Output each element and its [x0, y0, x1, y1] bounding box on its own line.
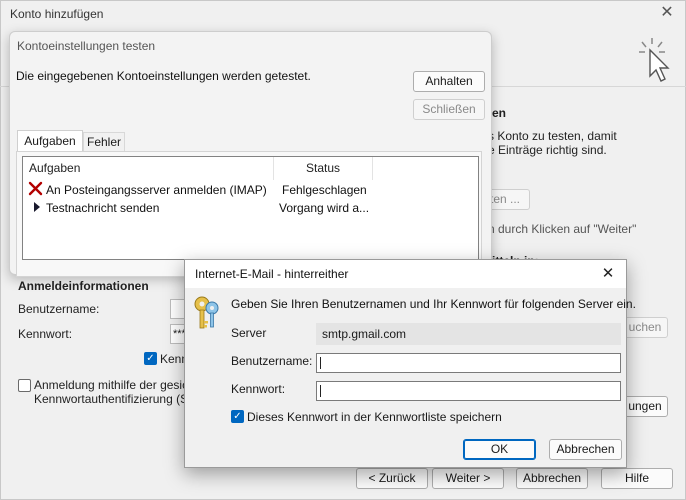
save-password-checkbox[interactable]: ✓ — [231, 410, 244, 423]
task-status: Fehlgeschlagen — [282, 183, 367, 197]
credentials-cancel-button[interactable]: Abbrechen — [549, 439, 622, 460]
username-label: Benutzername: — [231, 354, 313, 368]
bg-browse-button[interactable]: uchen — [622, 317, 668, 338]
task-status: Vorgang wird a... — [279, 201, 370, 215]
credentials-close-button[interactable]: ✕ — [598, 264, 618, 284]
bg-remember-password-checkbox[interactable]: ✓ — [144, 352, 157, 365]
table-row[interactable]: An Posteingangsserver anmelden (IMAP) Fe… — [23, 180, 478, 198]
ok-button[interactable]: OK — [463, 439, 536, 460]
login-info-heading: Anmeldeinformationen — [18, 279, 149, 293]
tab-errors[interactable]: Fehler — [83, 132, 125, 151]
stop-button[interactable]: Anhalten — [413, 71, 485, 92]
help-button[interactable]: Hilfe — [601, 468, 673, 489]
next-button[interactable]: Weiter > — [432, 468, 504, 489]
server-label: Server — [231, 326, 267, 340]
keys-icon — [194, 296, 219, 329]
password-input[interactable] — [316, 381, 621, 401]
failed-x-icon — [28, 181, 43, 196]
bg-password-label: Kennwort: — [18, 327, 73, 341]
credentials-dialog-title: Internet-E-Mail - hinterreither — [195, 267, 349, 281]
username-input[interactable] — [316, 353, 621, 373]
credentials-title-bar: Internet-E-Mail - hinterreither ✕ — [185, 260, 626, 288]
tab-tasks[interactable]: Aufgaben — [17, 130, 83, 151]
close-test-button[interactable]: Schließen — [413, 99, 485, 120]
bg-spa-checkbox[interactable] — [18, 379, 31, 392]
table-row[interactable]: Testnachricht senden Vorgang wird a... — [23, 198, 478, 216]
test-dialog-title: Kontoeinstellungen testen — [17, 39, 156, 53]
window-title: Konto hinzufügen — [10, 7, 104, 21]
bg-username-label: Benutzername: — [18, 302, 100, 316]
task-name: Testnachricht senden — [46, 201, 160, 215]
credentials-dialog: Internet-E-Mail - hinterreither ✕ Geben … — [184, 259, 636, 468]
save-password-label: Dieses Kennwort in der Kennwortliste spe… — [247, 410, 502, 424]
server-value: smtp.gmail.com — [316, 323, 621, 345]
bg-right-line3: n durch Klicken auf "Weiter" — [488, 222, 637, 236]
test-dialog-message: Die eingegebenen Kontoeinstellungen werd… — [16, 69, 311, 83]
bg-spa-label-line2: Kennwortauthentifizierung (S — [34, 392, 189, 406]
cursor-click-icon — [639, 38, 670, 82]
test-settings-dialog: Kontoeinstellungen testen Die eingegeben… — [9, 31, 492, 277]
window-close-button[interactable]: ✕ — [658, 4, 676, 22]
cancel-button[interactable]: Abbrechen — [516, 468, 588, 489]
bg-right-line1: s Konto zu testen, damit — [488, 129, 617, 143]
task-list[interactable]: Aufgaben Status An Posteingangsserver an… — [22, 156, 479, 260]
back-button[interactable]: < Zurück — [356, 468, 428, 489]
task-name: An Posteingangsserver anmelden (IMAP) — [46, 183, 267, 197]
password-label: Kennwort: — [231, 382, 286, 396]
column-header-tasks[interactable]: Aufgaben — [23, 157, 274, 180]
bg-spa-label-line1: Anmeldung mithilfe der gesic — [34, 378, 189, 392]
running-arrow-icon — [34, 202, 40, 212]
credentials-prompt: Geben Sie Ihren Benutzernamen und Ihr Ke… — [231, 297, 636, 311]
bg-right-heading: en — [492, 106, 507, 120]
column-header-status[interactable]: Status — [274, 157, 373, 180]
bg-right-line2: e Einträge richtig sind. — [488, 143, 607, 157]
bg-more-settings-button[interactable]: ungen — [622, 396, 668, 417]
